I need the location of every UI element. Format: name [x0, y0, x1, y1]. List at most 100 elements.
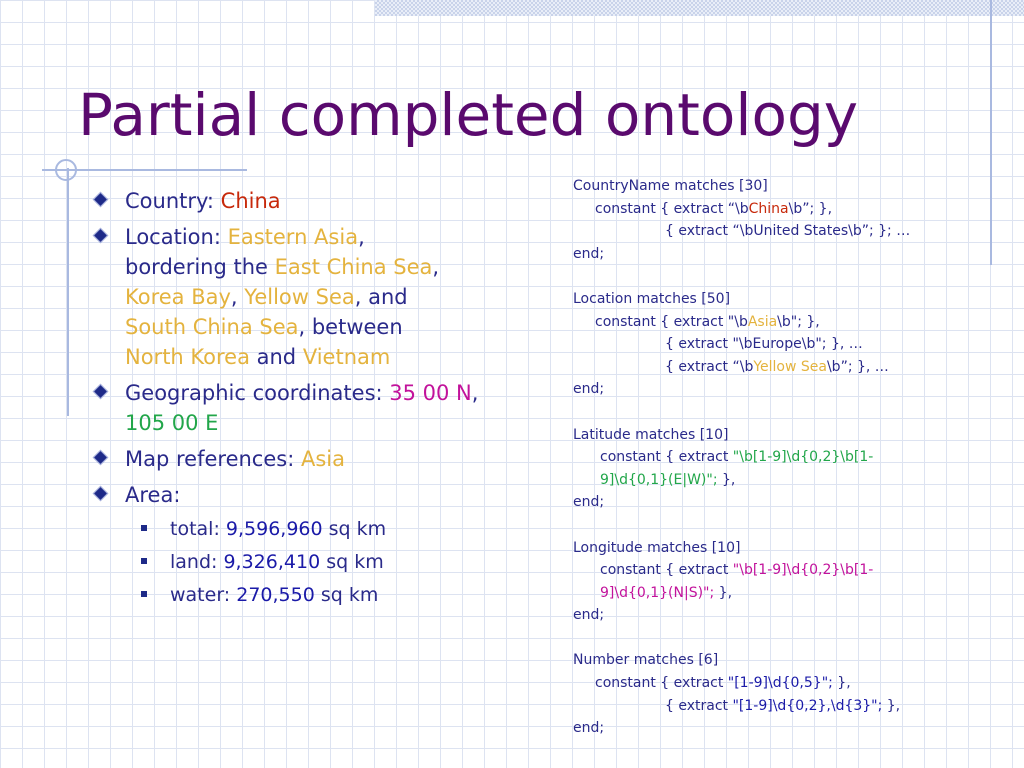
square-bullet-icon: [141, 525, 147, 531]
code-text: constant { extract: [595, 675, 728, 692]
code-highlight-yellow-sea: Yellow Sea: [753, 358, 827, 375]
code-highlight-longitude: 9]\d{0,1}(N|S)";: [600, 584, 715, 601]
area-item-value: 9,326,410: [223, 551, 321, 573]
code-highlight-longitude: "\b[1-9]\d{0,2}\b[1-: [732, 562, 874, 579]
area-label: Area:: [125, 483, 181, 507]
number-rule-header: Number matches [6]: [573, 652, 719, 669]
bullet-location: Location: Eastern Asia, bordering the Ea…: [92, 222, 495, 372]
number-rule-constant: constant { extract "[1-9]\d{0,5}"; },: [573, 672, 1013, 695]
area-item-label: total:: [170, 518, 226, 540]
country-rule-header: CountryName matches [30]: [573, 178, 768, 194]
area-item-water: water: 270,550 sq km: [95, 582, 495, 608]
area-item-value: 9,596,960: [225, 518, 323, 540]
diamond-bullet-icon: [92, 383, 109, 400]
code-text: \b”; },: [788, 200, 833, 217]
rule-end: end;: [573, 381, 605, 398]
location-separator: ,: [432, 255, 440, 279]
area-item-unit: sq km: [322, 518, 387, 540]
rule-end: end;: [573, 494, 605, 511]
location-between: , between: [298, 315, 403, 339]
bullet-map-references: Map references: Asia: [92, 444, 495, 474]
area-item-value: 270,550: [236, 584, 315, 606]
rule-end: end;: [573, 720, 605, 737]
area-item-unit: sq km: [314, 584, 379, 606]
code-text: \b"; },: [777, 313, 820, 330]
code-text: constant { extract: [600, 562, 733, 579]
latitude-rule-header: Latitude matches [10]: [573, 426, 729, 443]
code-text: { extract: [665, 697, 733, 714]
code-text: { extract “\b: [665, 358, 754, 375]
code-highlight-latitude: "\b[1-9]\d{0,2}\b[1-: [732, 449, 874, 466]
country-rule-constant: constant { extract “\bChina\b”; },: [573, 198, 1013, 221]
bullet-country: Country: China: [92, 186, 495, 216]
bullet-list: Country: China Location: Eastern Asia, b…: [92, 186, 495, 615]
code-text: },: [714, 584, 733, 601]
geo-latitude: 35 00 N: [389, 381, 472, 405]
location-eastern-asia: Eastern Asia: [227, 225, 359, 249]
area-item-land: land: 9,326,410 sq km: [95, 549, 495, 575]
decorative-vertical-line-left: [67, 168, 69, 416]
location-rule-constant: constant { extract "\bAsia\b"; },: [573, 311, 1013, 334]
map-label: Map references:: [125, 447, 301, 471]
country-rule-extract: { extract “\bUnited States\b”; }; …: [665, 223, 911, 240]
latitude-rule-constant: constant { extract "\b[1-9]\d{0,2}\b[1-: [573, 446, 1013, 469]
location-rule-extract: { extract “\bYellow Sea\b”; }, …: [573, 356, 1013, 379]
code-text: },: [717, 471, 736, 488]
area-item-total: total: 9,596,960 sq km: [95, 516, 495, 542]
longitude-rule-header: Longitude matches [10]: [573, 539, 741, 556]
diamond-bullet-icon: [92, 191, 109, 208]
location-and: , and: [354, 285, 408, 309]
ontology-code-block: CountryName matches [30] constant { extr…: [573, 175, 1013, 740]
header-decoration-band: [375, 0, 1024, 16]
crosshair-circle-icon: [55, 159, 77, 181]
code-text: \b”; }, …: [826, 358, 889, 375]
code-highlight-latitude: 9]\d{0,1}(E|W)";: [600, 471, 718, 488]
longitude-rule-constant: constant { extract "\b[1-9]\d{0,2}\b[1-: [573, 559, 1013, 582]
area-item-label: land:: [170, 551, 224, 573]
location-north-korea: North Korea: [125, 345, 250, 369]
location-label: Location:: [125, 225, 228, 249]
diamond-bullet-icon: [92, 485, 109, 502]
location-separator: ,: [230, 285, 245, 309]
area-item-unit: sq km: [320, 551, 384, 573]
rule-end: end;: [573, 245, 605, 262]
location-and: and: [249, 345, 303, 369]
location-yellow-sea: Yellow Sea: [244, 285, 355, 309]
location-south-china-sea: South China Sea: [125, 315, 299, 339]
geo-separator: ,: [471, 381, 479, 405]
country-label: Country:: [125, 189, 221, 213]
code-highlight-china: China: [748, 200, 789, 217]
location-vietnam: Vietnam: [302, 345, 391, 369]
area-item-label: water:: [170, 584, 237, 606]
location-east-china-sea: East China Sea: [274, 255, 433, 279]
diamond-bullet-icon: [92, 227, 109, 244]
location-bordering: bordering the: [125, 255, 275, 279]
location-korea-bay: Korea Bay: [125, 285, 231, 309]
location-rule-header: Location matches [50]: [573, 290, 731, 307]
diamond-bullet-icon: [92, 449, 109, 466]
map-value: Asia: [300, 447, 345, 471]
location-rule-extract: { extract "\bEurope\b"; }, …: [665, 336, 863, 353]
code-text: },: [832, 675, 851, 692]
number-rule-extract: { extract "[1-9]\d{0,2},\d{3}"; },: [573, 695, 1013, 718]
code-text: constant { extract: [600, 449, 733, 466]
geo-longitude: 105 00 E: [125, 411, 219, 435]
code-text: constant { extract “\b: [595, 200, 749, 217]
code-text: constant { extract "\b: [595, 313, 748, 330]
bullet-geographic-coordinates: Geographic coordinates: 35 00 N, 105 00 …: [92, 378, 495, 438]
country-value: China: [220, 189, 281, 213]
code-highlight-number: "[1-9]\d{0,2},\d{3}";: [732, 697, 883, 714]
longitude-rule-continuation: 9]\d{0,1}(N|S)"; },: [573, 582, 1013, 605]
code-highlight-asia: Asia: [747, 313, 778, 330]
code-highlight-number: "[1-9]\d{0,5}";: [727, 675, 833, 692]
rule-end: end;: [573, 607, 605, 624]
latitude-rule-continuation: 9]\d{0,1}(E|W)"; },: [573, 469, 1013, 492]
code-text: },: [882, 697, 901, 714]
location-separator: ,: [358, 225, 365, 249]
bullet-area: Area:: [92, 480, 495, 510]
square-bullet-icon: [141, 591, 147, 597]
slide-title: Partial completed ontology: [78, 81, 859, 149]
